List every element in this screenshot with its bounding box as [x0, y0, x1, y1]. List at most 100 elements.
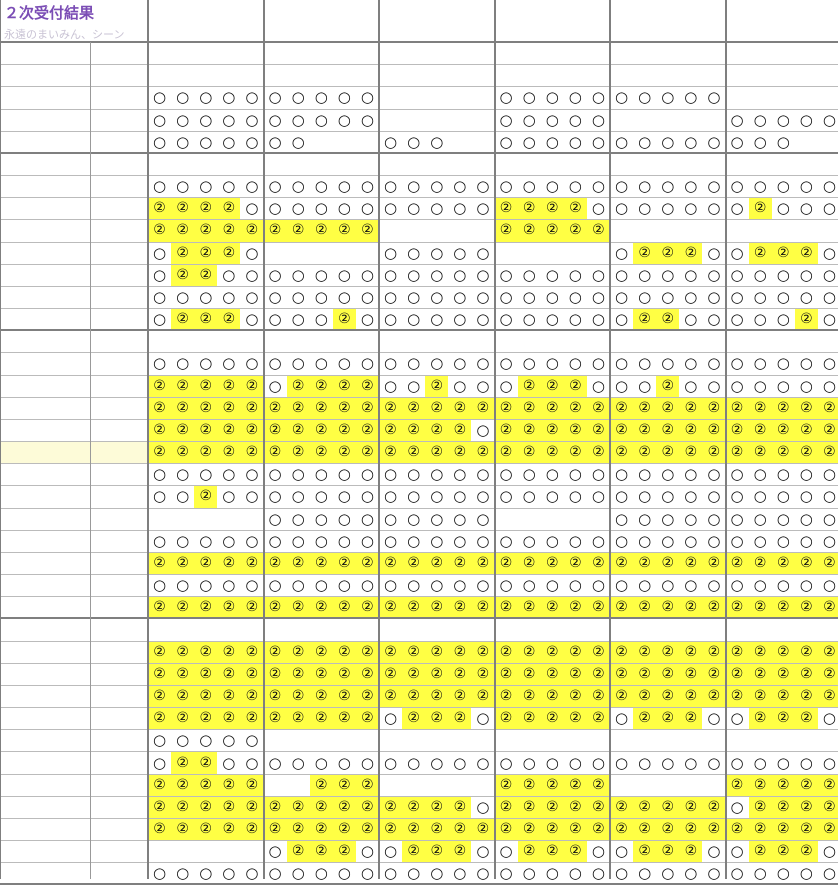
won-slot-icon: ② [448, 663, 471, 685]
open-slot-icon: ○ [679, 485, 702, 507]
open-slot-icon: ○ [587, 840, 610, 862]
won-slot-icon: ② [633, 796, 656, 818]
part-number [264, 153, 287, 175]
open-slot-icon: ○ [772, 352, 795, 374]
open-slot-icon: ○ [818, 751, 838, 773]
open-slot-icon: ○ [379, 197, 402, 219]
row-divider [0, 641, 838, 642]
concert-date [495, 2, 611, 22]
open-slot-icon: ○ [287, 131, 310, 153]
part-number [402, 153, 425, 175]
won-slot-icon: ② [402, 596, 425, 618]
member-count [90, 463, 148, 485]
part-number [541, 42, 564, 64]
member-count [90, 552, 148, 574]
open-slot-icon: ○ [310, 508, 333, 530]
part-number [379, 153, 402, 175]
open-slot-icon: ○ [587, 131, 610, 153]
part-number [148, 618, 171, 640]
open-slot-icon: ○ [702, 375, 725, 397]
open-slot-icon: ○ [425, 264, 448, 286]
not-participating-text [171, 840, 194, 862]
won-slot-icon: ② [379, 397, 402, 419]
open-slot-icon: ○ [471, 242, 494, 264]
open-slot-icon: ○ [148, 286, 171, 308]
open-slot-icon: ○ [772, 375, 795, 397]
open-slot-icon: ○ [171, 530, 194, 552]
open-slot-icon: ○ [310, 286, 333, 308]
open-slot-icon: ○ [610, 530, 633, 552]
won-slot-icon: ② [402, 796, 425, 818]
open-slot-icon: ○ [287, 175, 310, 197]
open-slot-icon: ○ [679, 352, 702, 374]
open-slot-icon: ○ [564, 352, 587, 374]
won-slot-icon: ② [633, 663, 656, 685]
row-divider [0, 308, 838, 309]
open-slot-icon: ○ [587, 197, 610, 219]
won-slot-icon: ② [518, 641, 541, 663]
open-slot-icon: ○ [171, 109, 194, 131]
open-slot-icon: ○ [749, 862, 772, 884]
open-slot-icon: ○ [171, 729, 194, 751]
open-slot-icon: ○ [818, 375, 838, 397]
won-slot-icon: ② [818, 796, 838, 818]
open-slot-icon: ○ [425, 197, 448, 219]
part-number [656, 618, 679, 640]
open-slot-icon: ○ [702, 86, 725, 108]
part-number [587, 330, 610, 352]
won-slot-icon: ② [541, 774, 564, 796]
open-slot-icon: ○ [333, 862, 356, 884]
won-slot-icon: ② [495, 441, 518, 463]
open-slot-icon: ○ [448, 197, 471, 219]
open-slot-icon: ○ [448, 574, 471, 596]
won-slot-icon: ② [217, 641, 240, 663]
open-slot-icon: ○ [379, 751, 402, 773]
won-slot-icon: ② [240, 796, 263, 818]
open-slot-icon: ○ [287, 264, 310, 286]
open-slot-icon: ○ [171, 175, 194, 197]
concert-divider [494, 0, 496, 879]
won-slot-icon: ② [726, 774, 749, 796]
open-slot-icon: ○ [587, 308, 610, 330]
open-slot-icon: ○ [726, 707, 749, 729]
open-slot-icon: ○ [726, 352, 749, 374]
won-slot-icon: ② [402, 663, 425, 685]
won-slot-icon: ② [264, 397, 287, 419]
open-slot-icon: ○ [679, 530, 702, 552]
open-slot-icon: ○ [656, 86, 679, 108]
won-slot-icon: ② [495, 197, 518, 219]
won-slot-icon: ② [148, 641, 171, 663]
member-count [90, 64, 148, 86]
adjusting-text [749, 86, 772, 108]
won-slot-icon: ② [287, 419, 310, 441]
open-slot-icon: ○ [749, 530, 772, 552]
member-name [0, 685, 90, 707]
part-number [240, 153, 263, 175]
part-number [772, 330, 795, 352]
won-slot-icon: ② [495, 596, 518, 618]
part-number [795, 330, 818, 352]
member-name [0, 264, 90, 286]
part-number [749, 618, 772, 640]
row-divider [0, 131, 838, 132]
row-divider [0, 530, 838, 531]
open-slot-icon: ○ [818, 862, 838, 884]
won-slot-icon: ② [171, 685, 194, 707]
open-slot-icon: ○ [633, 352, 656, 374]
open-slot-icon: ○ [587, 352, 610, 374]
open-slot-icon: ○ [772, 485, 795, 507]
won-slot-icon: ② [656, 308, 679, 330]
part-number [333, 618, 356, 640]
won-slot-icon: ② [702, 596, 725, 618]
open-slot-icon: ○ [656, 485, 679, 507]
won-slot-icon: ② [772, 840, 795, 862]
won-slot-icon: ② [610, 796, 633, 818]
open-slot-icon: ○ [264, 375, 287, 397]
won-slot-icon: ② [194, 397, 217, 419]
won-slot-icon: ② [264, 685, 287, 707]
won-slot-icon: ② [541, 397, 564, 419]
open-slot-icon: ○ [679, 86, 702, 108]
open-slot-icon: ○ [425, 508, 448, 530]
open-slot-icon: ○ [217, 352, 240, 374]
won-slot-icon: ② [518, 219, 541, 241]
